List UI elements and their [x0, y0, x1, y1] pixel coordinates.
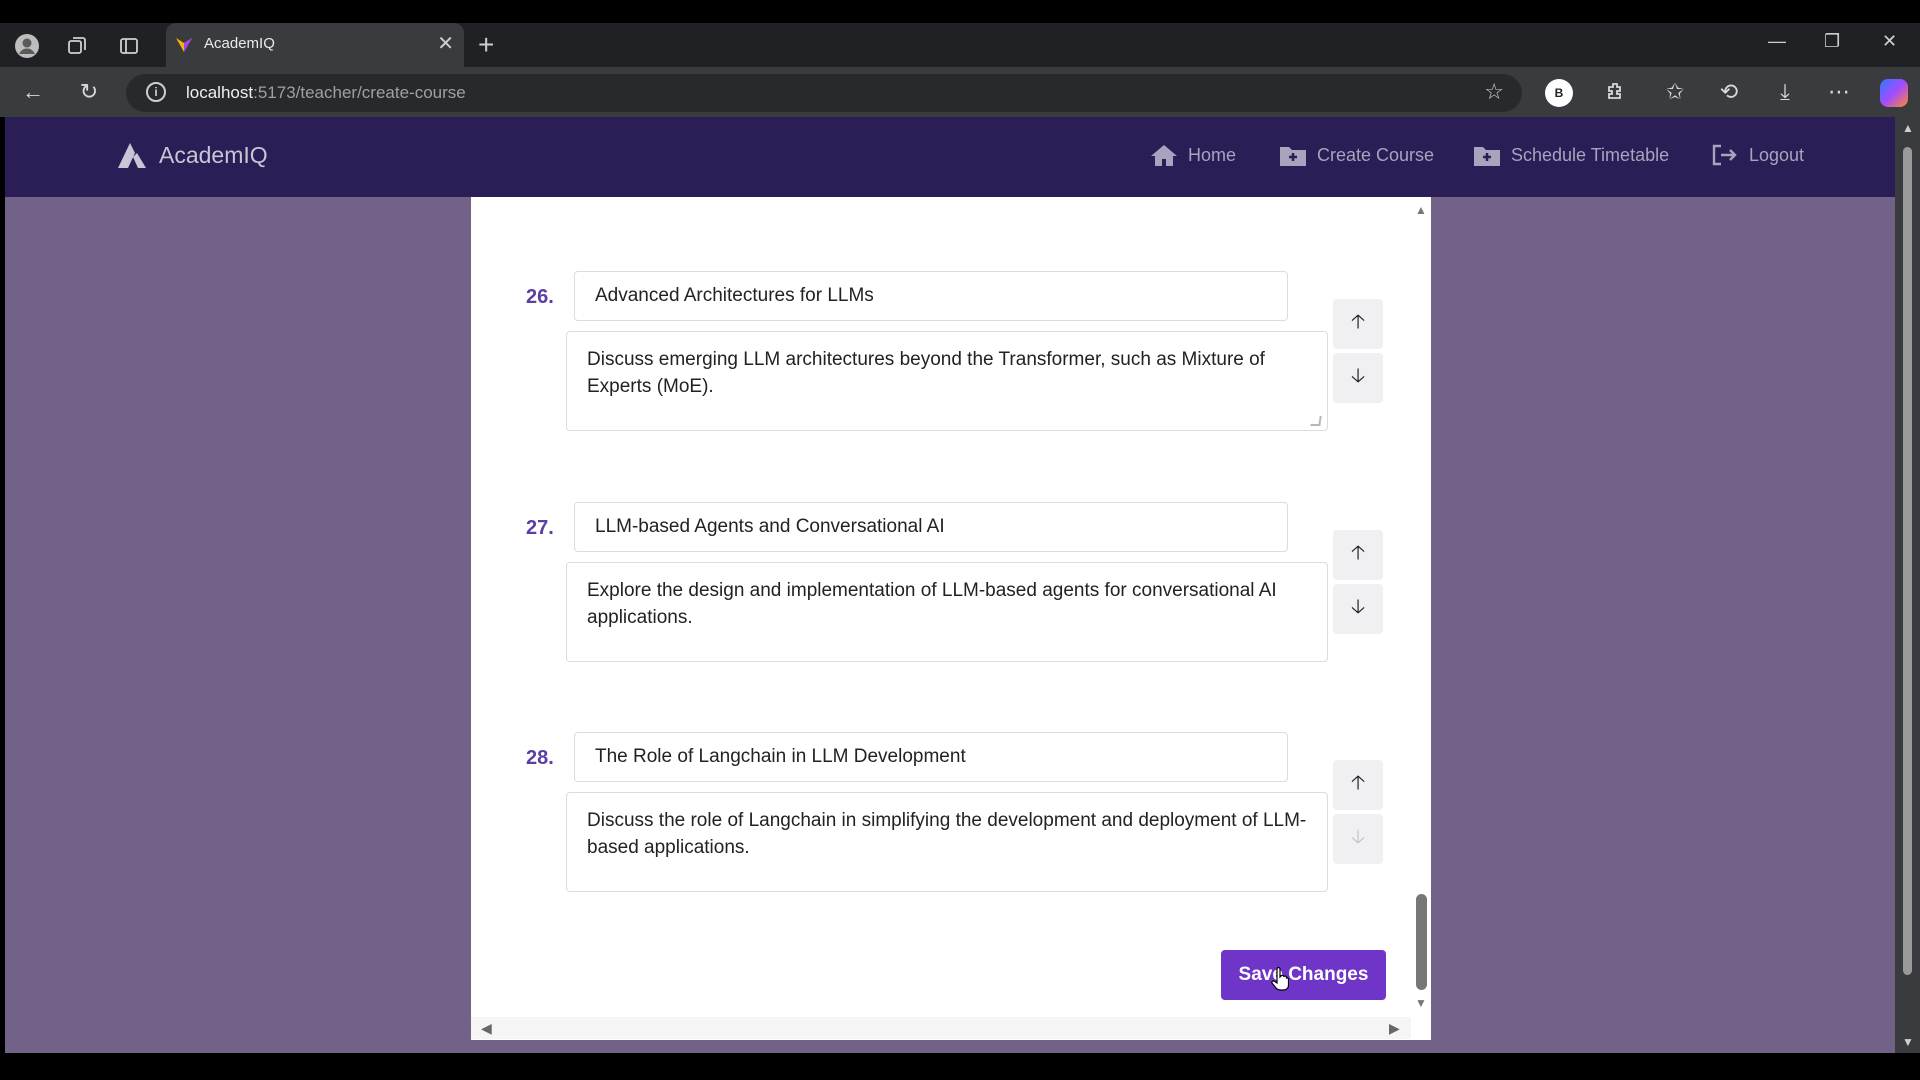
scroll-left-icon[interactable]: ◀: [481, 1020, 492, 1037]
topic-number: 27.: [526, 517, 554, 539]
app-navbar: AcademIQ Home Create Course Schedule Tim…: [5, 117, 1895, 197]
folder-plus-icon: [1474, 147, 1500, 166]
topic-description-input[interactable]: Explore the design and implementation of…: [566, 562, 1328, 662]
favorite-star-icon[interactable]: ☆: [1484, 79, 1504, 105]
home-icon: [1151, 145, 1177, 166]
scroll-up-icon[interactable]: ▲: [1902, 121, 1914, 135]
restore-icon[interactable]: ❐: [1824, 31, 1840, 52]
web-page: AcademIQ Home Create Course Schedule Tim…: [5, 117, 1895, 1053]
nav-schedule-timetable[interactable]: Schedule Timetable: [1473, 143, 1669, 167]
save-changes-button[interactable]: Save Changes: [1221, 950, 1386, 1000]
minimize-icon[interactable]: —: [1768, 31, 1786, 52]
move-down-button[interactable]: 🡣: [1333, 353, 1383, 403]
nav-home[interactable]: Home: [1150, 143, 1236, 167]
card-vertical-scrollbar[interactable]: ▲ ▼: [1411, 197, 1431, 1022]
tab-title: AcademIQ: [204, 35, 275, 52]
topic-number: 28.: [526, 747, 554, 769]
move-up-button[interactable]: 🡡: [1333, 299, 1383, 349]
url-text: localhost:5173/teacher/create-course: [186, 83, 466, 102]
workspaces-icon[interactable]: [64, 33, 90, 59]
topic-description-input[interactable]: Discuss the role of Langchain in simplif…: [566, 792, 1328, 892]
reload-icon[interactable]: ↻: [74, 77, 104, 107]
topic-number: 26.: [526, 286, 554, 308]
scroll-right-icon[interactable]: ▶: [1389, 1020, 1400, 1037]
scroll-thumb[interactable]: [1903, 147, 1912, 975]
scroll-down-icon[interactable]: ▼: [1415, 996, 1427, 1010]
move-down-button[interactable]: 🡣: [1333, 814, 1383, 864]
close-tab-icon[interactable]: ✕: [437, 31, 454, 56]
back-icon[interactable]: ←: [18, 77, 48, 107]
resize-handle-icon[interactable]: [1310, 416, 1322, 426]
close-window-icon[interactable]: ✕: [1882, 31, 1897, 52]
profile-avatar[interactable]: B: [1545, 79, 1573, 107]
academiq-logo-icon: [118, 143, 146, 168]
tab-academiq[interactable]: AcademIQ ✕: [166, 23, 464, 67]
topic-description-input[interactable]: Discuss emerging LLM architectures beyon…: [566, 331, 1328, 431]
topic-item: 27. Explore the design and implementatio…: [471, 502, 1431, 702]
address-bar[interactable]: i localhost:5173/teacher/create-course ☆: [126, 74, 1522, 112]
nav-logout[interactable]: Logout: [1711, 143, 1804, 167]
folder-plus-icon: [1280, 147, 1306, 166]
scroll-up-icon[interactable]: ▲: [1415, 203, 1427, 217]
site-info-icon[interactable]: i: [146, 82, 166, 102]
new-tab-icon[interactable]: +: [478, 29, 494, 61]
browser-tab-strip: AcademIQ ✕ + — ❐ ✕: [0, 23, 1920, 67]
move-up-button[interactable]: 🡡: [1333, 760, 1383, 810]
downloads-icon[interactable]: ⤓: [1770, 77, 1800, 107]
nav-create-course[interactable]: Create Course: [1279, 143, 1434, 167]
more-menu-icon[interactable]: ⋯: [1824, 77, 1854, 107]
tab-favicon-icon: [176, 38, 192, 52]
browser-toolbar: ← ↻ i localhost:5173/teacher/create-cour…: [0, 67, 1920, 117]
move-down-button[interactable]: 🡣: [1333, 584, 1383, 634]
topic-title-input[interactable]: [574, 502, 1288, 552]
card-horizontal-scrollbar[interactable]: ◀ ▶: [471, 1017, 1411, 1039]
brand-name: AcademIQ: [159, 141, 268, 168]
brand-logo[interactable]: AcademIQ: [117, 141, 268, 169]
logout-icon: [1712, 144, 1737, 166]
topic-title-input[interactable]: [574, 732, 1288, 782]
topic-title-input[interactable]: [574, 271, 1288, 321]
copilot-icon[interactable]: [1880, 79, 1908, 107]
history-icon[interactable]: ⟲: [1714, 77, 1744, 107]
favorites-icon[interactable]: ✩: [1660, 77, 1690, 107]
scroll-thumb[interactable]: [1416, 894, 1427, 990]
topic-item: 28. Discuss the role of Langchain in sim…: [471, 732, 1431, 932]
course-topics-card: 26. Discuss emerging LLM architectures b…: [471, 197, 1431, 1040]
scroll-down-icon[interactable]: ▼: [1902, 1035, 1914, 1049]
profile-icon[interactable]: [14, 33, 40, 59]
extensions-icon[interactable]: [1600, 77, 1630, 107]
vertical-tabs-icon[interactable]: [116, 33, 142, 59]
screen: AcademIQ ✕ + — ❐ ✕ ← ↻ i localhost:5173/…: [0, 0, 1920, 1080]
move-up-button[interactable]: 🡡: [1333, 530, 1383, 580]
page-vertical-scrollbar[interactable]: ▲ ▼: [1895, 117, 1920, 1053]
topic-item: 26. Discuss emerging LLM architectures b…: [471, 271, 1431, 471]
hand-cursor-icon: [1271, 967, 1289, 991]
